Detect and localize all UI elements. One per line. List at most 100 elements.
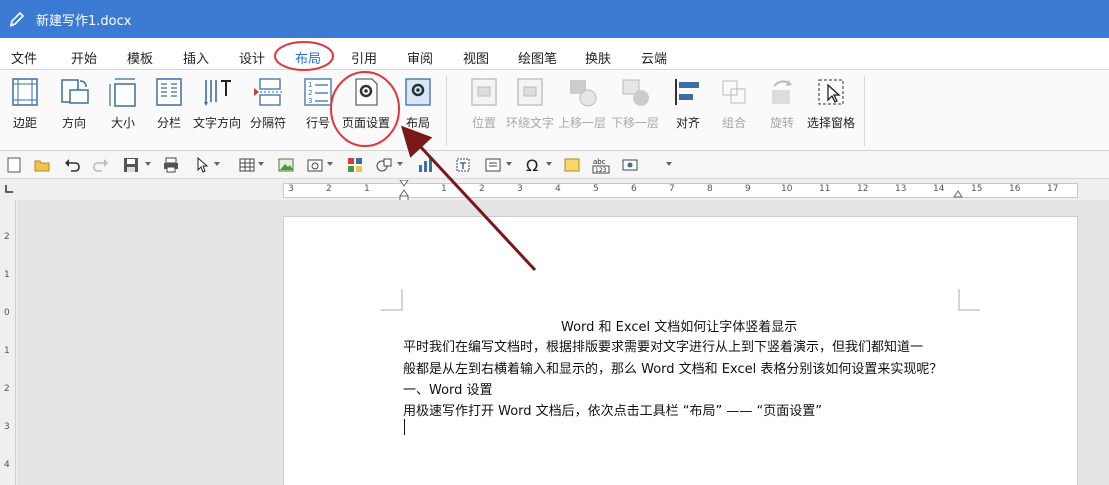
rotate-button[interactable]: 旋转 xyxy=(766,76,798,131)
svg-text:2: 2 xyxy=(308,89,312,97)
tab-template[interactable]: 模板 xyxy=(127,48,153,67)
ruler-tick: 7 xyxy=(669,184,675,194)
new-document-icon[interactable] xyxy=(5,156,23,174)
group-button[interactable]: 组合 xyxy=(718,76,750,131)
chevron-down-icon[interactable] xyxy=(258,162,264,166)
undo-icon[interactable] xyxy=(63,156,81,174)
screenshot-icon[interactable] xyxy=(306,156,324,174)
orientation-icon xyxy=(58,76,90,108)
columns-button[interactable]: 分栏 xyxy=(153,76,185,131)
size-button[interactable]: 大小 xyxy=(107,76,139,131)
table-icon[interactable] xyxy=(238,156,256,174)
ruler-tick: 1 xyxy=(364,184,370,194)
orientation-button[interactable]: 方向 xyxy=(58,76,90,131)
ruler-tick: 3 xyxy=(517,184,523,194)
document-heading: Word 和 Excel 文档如何让字体竖着显示 xyxy=(561,320,798,335)
preview-icon[interactable] xyxy=(621,156,639,174)
tab-stop-icon[interactable] xyxy=(4,184,14,194)
document-section-heading: 一、Word 设置 xyxy=(403,383,493,398)
ruler-tick: 5 xyxy=(593,184,599,194)
document-paragraph-line: 平时我们在编写文档时，根据排版要求需要对文字进行从上到下竖着演示，但我们都知道一 xyxy=(403,340,924,355)
svg-text:Ω: Ω xyxy=(526,156,538,174)
chevron-down-icon[interactable] xyxy=(397,162,403,166)
ruler-tick: 10 xyxy=(781,184,793,194)
redo-icon[interactable] xyxy=(92,156,110,174)
select-pointer-icon[interactable] xyxy=(193,156,211,174)
breaks-icon xyxy=(252,76,284,108)
tab-view[interactable]: 视图 xyxy=(463,48,489,67)
horizontal-ruler[interactable]: 3 2 1 1 2 3 4 5 6 7 8 9 10 11 12 13 14 1… xyxy=(283,180,1078,202)
margins-icon xyxy=(9,76,41,108)
chevron-down-icon[interactable] xyxy=(666,162,672,166)
breaks-button[interactable]: 分隔符 xyxy=(250,76,286,131)
ruler-tick: 1 xyxy=(4,270,10,280)
chart-icon[interactable] xyxy=(416,156,434,174)
chevron-down-icon[interactable] xyxy=(214,162,220,166)
tab-references[interactable]: 引用 xyxy=(351,48,377,67)
tab-drawing-pen[interactable]: 绘图笔 xyxy=(518,48,557,67)
ruler-tick: 14 xyxy=(933,184,945,194)
textbox-icon[interactable] xyxy=(455,156,473,174)
wrap-text-button[interactable]: 环绕文字 xyxy=(506,76,554,131)
vertical-ruler[interactable]: 2 1 0 1 2 3 4 xyxy=(0,200,16,485)
send-backward-button[interactable]: 下移一层 xyxy=(611,76,659,131)
ruler-tick: 11 xyxy=(819,184,831,194)
tab-home[interactable]: 开始 xyxy=(71,48,97,67)
layout-icon xyxy=(402,76,434,108)
crop-mark-top-right xyxy=(958,289,980,311)
open-folder-icon[interactable] xyxy=(33,156,51,174)
document-page[interactable]: Word 和 Excel 文档如何让字体竖着显示 平时我们在编写文档时，根据排版… xyxy=(283,216,1078,485)
align-icon xyxy=(672,76,704,108)
abc-123-icon[interactable]: abc123 xyxy=(592,156,610,174)
omega-icon[interactable]: Ω xyxy=(524,156,542,174)
tab-cloud[interactable]: 云端 xyxy=(641,48,667,67)
ruler-tick: 9 xyxy=(745,184,751,194)
bring-forward-button[interactable]: 上移一层 xyxy=(558,76,606,131)
align-button[interactable]: 对齐 xyxy=(672,76,704,131)
tab-review[interactable]: 审阅 xyxy=(407,48,433,67)
line-numbers-button[interactable]: 123 行号 xyxy=(302,76,334,131)
ruler-tick: 15 xyxy=(971,184,983,194)
ruler-tick: 13 xyxy=(895,184,907,194)
selection-pane-button[interactable]: 选择窗格 xyxy=(807,76,855,131)
right-indent-marker-icon[interactable] xyxy=(953,189,963,199)
page-setup-button[interactable]: 页面设置 xyxy=(342,76,390,131)
tab-skin[interactable]: 换肤 xyxy=(585,48,611,67)
layout-button[interactable]: 布局 xyxy=(402,76,434,131)
wrap-text-icon xyxy=(514,76,546,108)
save-icon[interactable] xyxy=(122,156,140,174)
ruler-tick: 3 xyxy=(288,184,294,194)
tab-insert[interactable]: 插入 xyxy=(183,48,209,67)
chevron-down-icon[interactable] xyxy=(506,162,512,166)
ruler-tick: 4 xyxy=(4,460,10,470)
ribbon-separator xyxy=(446,76,447,146)
svg-text:1: 1 xyxy=(308,81,312,89)
group-icon xyxy=(718,76,750,108)
tab-design[interactable]: 设计 xyxy=(239,48,265,67)
position-button[interactable]: 位置 xyxy=(468,76,500,131)
position-icon xyxy=(468,76,500,108)
tab-file[interactable]: 文件 xyxy=(11,48,37,67)
svg-text:abc: abc xyxy=(593,158,606,166)
pen-icon[interactable] xyxy=(6,8,28,30)
print-icon[interactable] xyxy=(162,156,180,174)
sticky-note-icon[interactable] xyxy=(563,156,581,174)
document-paragraph-line: 用极速写作打开 Word 文档后，依次点击工具栏 “布局” —— “页面设置” xyxy=(403,404,823,419)
text-direction-button[interactable]: 文字方向 xyxy=(193,76,241,131)
margins-button[interactable]: 边距 xyxy=(9,76,41,131)
columns-icon xyxy=(153,76,185,108)
send-backward-icon xyxy=(619,76,651,108)
chevron-down-icon[interactable] xyxy=(327,162,333,166)
text-frame-icon[interactable] xyxy=(484,156,502,174)
tab-layout[interactable]: 布局 xyxy=(295,48,321,67)
indent-marker-icon[interactable] xyxy=(399,180,409,202)
chevron-down-icon[interactable] xyxy=(546,162,552,166)
smartart-icon[interactable] xyxy=(346,156,364,174)
ruler-tick: 16 xyxy=(1009,184,1021,194)
document-paragraph-line: 般都是从左到右横着输入和显示的，那么 Word 文档和 Excel 表格分别该如… xyxy=(403,362,943,377)
shapes-icon[interactable] xyxy=(375,156,393,174)
ruler-tick: 3 xyxy=(4,422,10,432)
picture-icon[interactable] xyxy=(277,156,295,174)
title-bar: 新建写作1.docx xyxy=(0,0,1109,38)
chevron-down-icon[interactable] xyxy=(145,162,151,166)
